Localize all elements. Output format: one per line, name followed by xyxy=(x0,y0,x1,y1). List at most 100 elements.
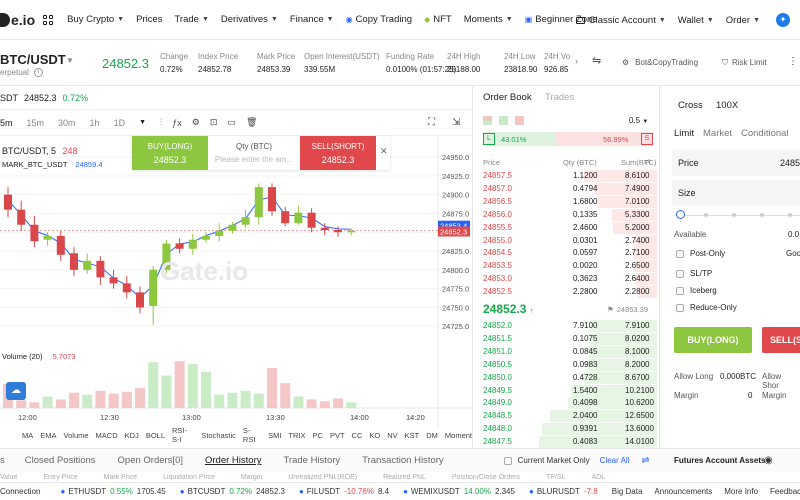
sell-short-button[interactable]: SELL(S xyxy=(762,327,800,353)
book-view-bids-icon[interactable] xyxy=(499,116,508,125)
indicator-stochastic[interactable]: Stochastic xyxy=(201,431,236,440)
indicator-volume[interactable]: Volume xyxy=(64,431,89,440)
pair-name[interactable]: BTC/USDT xyxy=(0,52,66,67)
nav-item-moments[interactable]: Moments ▼ xyxy=(464,14,513,25)
indicator-kdj[interactable]: KDJ xyxy=(125,431,139,440)
footer-link-more-info[interactable]: More Info xyxy=(724,487,758,496)
ask-row[interactable]: 24853.0 0.3623 2.6400 xyxy=(473,273,661,286)
size-slider[interactable] xyxy=(676,210,800,220)
expand-icon[interactable]: ⇲ xyxy=(452,117,460,128)
bid-row[interactable]: 24850.5 0.0983 8.2000 xyxy=(473,358,661,371)
tab-order-history[interactable]: Order History xyxy=(205,455,261,466)
timeframe-30m[interactable]: 30m xyxy=(58,118,76,128)
book-view-asks-icon[interactable] xyxy=(515,116,524,125)
option-sltp[interactable]: SL/TP xyxy=(676,269,712,278)
bid-row[interactable]: 24848.0 0.9391 13.6000 xyxy=(473,423,661,436)
tab-closed-positions[interactable]: Closed Positions xyxy=(25,455,96,466)
dropdown-icon[interactable]: ▼ xyxy=(139,119,146,126)
risk-limit-link[interactable]: ⛉ Risk Limit xyxy=(722,58,767,68)
timeframe-15m[interactable]: 15m xyxy=(27,118,45,128)
margin-mode-select[interactable]: Cross xyxy=(678,100,703,111)
classic-account-menu[interactable]: Classic Account ▼ xyxy=(575,15,666,26)
footer-link-big-data[interactable]: Big Data xyxy=(612,487,643,496)
bid-row[interactable]: 24851.5 0.1075 8.0200 xyxy=(473,332,661,345)
quick-buy-button[interactable]: BUY(LONG) 24852.3 xyxy=(132,136,208,170)
quick-sell-button[interactable]: SELL(SHORT) 24852.3 xyxy=(300,136,376,170)
scroll-right-icon[interactable]: › xyxy=(575,56,578,66)
time-in-force-select[interactable]: Goo xyxy=(786,249,800,258)
copytrading-link[interactable]: ⚙ Bot&CopyTrading xyxy=(622,58,698,67)
footer-ticker[interactable]: ● ETHUSDT 0.55% 1705.45 xyxy=(60,487,165,496)
ask-row[interactable]: 24853.5 0.0020 2.6500 xyxy=(473,260,661,273)
nav-item-derivatives[interactable]: Derivatives ▼ xyxy=(221,14,278,25)
cloud-icon[interactable]: ☁ xyxy=(6,382,26,400)
order-menu[interactable]: Order ▼ xyxy=(726,15,760,26)
ask-row[interactable]: 24855.0 0.0301 2.7400 xyxy=(473,234,661,247)
camera-icon[interactable]: ⊡ xyxy=(210,117,218,128)
bid-row[interactable]: 24849.0 0.4098 10.6200 xyxy=(473,397,661,410)
indicator-nv[interactable]: NV xyxy=(387,431,397,440)
ask-row[interactable]: 24857.0 0.4794 7.4900 xyxy=(473,182,661,195)
indicator-cc[interactable]: CC xyxy=(352,431,363,440)
apps-grid-icon[interactable] xyxy=(43,14,54,25)
indicator-moment[interactable]: Moment xyxy=(445,431,472,440)
ask-row[interactable]: 24854.5 0.0597 2.7100 xyxy=(473,247,661,260)
bid-row[interactable]: 24848.5 2.0400 12.6500 xyxy=(473,410,661,423)
precision-select[interactable]: 0.5 ▼ xyxy=(629,116,648,125)
indicator-boll[interactable]: BOLL xyxy=(146,431,165,440)
bid-row[interactable]: 24849.5 1.5400 10.2100 xyxy=(473,384,661,397)
nav-item-trade[interactable]: Trade ▼ xyxy=(174,14,208,25)
ask-row[interactable]: 24856.5 1.6800 7.0100 xyxy=(473,195,661,208)
indicator-ma[interactable]: MA xyxy=(22,431,33,440)
tab-trade-history[interactable]: Trade History xyxy=(283,455,340,466)
tab-order-book[interactable]: Order Book xyxy=(483,92,532,103)
timeframe-1h[interactable]: 1h xyxy=(90,118,100,128)
tab-open-orders[interactable]: Open Orders[0] xyxy=(118,455,183,466)
more-icon[interactable]: ⋮ xyxy=(788,56,798,67)
ask-row[interactable]: 24856.0 0.1335 5.3300 xyxy=(473,208,661,221)
option-iceberg[interactable]: Iceberg xyxy=(676,286,717,295)
book-view-both-icon[interactable] xyxy=(483,116,492,125)
indicator-pvt[interactable]: PVT xyxy=(330,431,345,440)
tab-trades[interactable]: Trades xyxy=(545,92,574,103)
bid-row[interactable]: 24851.0 0.0845 8.1000 xyxy=(473,345,661,358)
bid-row[interactable]: 24850.0 0.4728 8.6700 xyxy=(473,371,661,384)
indicators-icon[interactable]: ƒx xyxy=(172,118,182,128)
timeframe-5m[interactable]: 5m xyxy=(0,118,13,128)
trash-icon[interactable]: 🗑 xyxy=(246,117,257,128)
bid-row[interactable]: 24852.0 7.9100 7.9100 xyxy=(473,320,661,332)
indicator-smi[interactable]: SMI xyxy=(268,431,281,440)
close-icon[interactable]: ✕ xyxy=(380,146,388,157)
ask-row[interactable]: 24855.5 2.4600 5.2000 xyxy=(473,221,661,234)
eye-icon[interactable]: ◉ xyxy=(764,455,773,466)
footer-link-announcements[interactable]: Announcements xyxy=(654,487,712,496)
indicator-kst[interactable]: KST xyxy=(405,431,420,440)
info-icon[interactable]: i xyxy=(34,68,43,77)
tab-transaction-history[interactable]: Transaction History xyxy=(362,455,443,466)
candle-type-icon[interactable]: ⫶ xyxy=(160,117,162,128)
filter-icon[interactable]: ⇌ xyxy=(641,455,649,466)
indicator-dm[interactable]: DM xyxy=(426,431,438,440)
swap-icon[interactable]: ⇄ xyxy=(644,157,651,166)
indicator-pc[interactable]: PC xyxy=(313,431,323,440)
nav-item-prices[interactable]: Prices xyxy=(136,14,162,25)
tab-conditional[interactable]: Conditional xyxy=(741,128,789,139)
buy-long-button[interactable]: BUY(LONG) xyxy=(674,327,752,353)
footer-ticker[interactable]: ● BTCUSDT 0.72% 24852.3 xyxy=(180,487,285,496)
indicator-trix[interactable]: TRIX xyxy=(288,431,305,440)
user-avatar-icon[interactable]: ✦ xyxy=(776,13,790,27)
indicator-rsi-s-i[interactable]: RSI-S-I xyxy=(172,426,194,444)
bid-row[interactable]: 24847.5 0.4083 14.0100 xyxy=(473,436,661,449)
indicator-s-rsi[interactable]: S-RSI xyxy=(243,426,261,444)
pair-dropdown-icon[interactable]: ▼ xyxy=(66,56,74,65)
indicator-ema[interactable]: EMA xyxy=(40,431,56,440)
ask-row[interactable]: 24852.5 2.2800 2.2800 xyxy=(473,286,661,299)
timeframe-1D[interactable]: 1D xyxy=(114,118,126,128)
settings-sliders-icon[interactable]: ⇋ xyxy=(592,54,601,67)
clear-all-link[interactable]: Clear All xyxy=(600,456,630,465)
nav-item-finance[interactable]: Finance ▼ xyxy=(290,14,334,25)
footer-link-feedback[interactable]: Feedback xyxy=(770,487,800,496)
footer-ticker[interactable]: ● FILUSDT -10.76% 8.4 xyxy=(299,487,389,496)
size-input[interactable]: Size xyxy=(672,180,800,206)
wallet-menu[interactable]: Wallet ▼ xyxy=(678,15,714,26)
